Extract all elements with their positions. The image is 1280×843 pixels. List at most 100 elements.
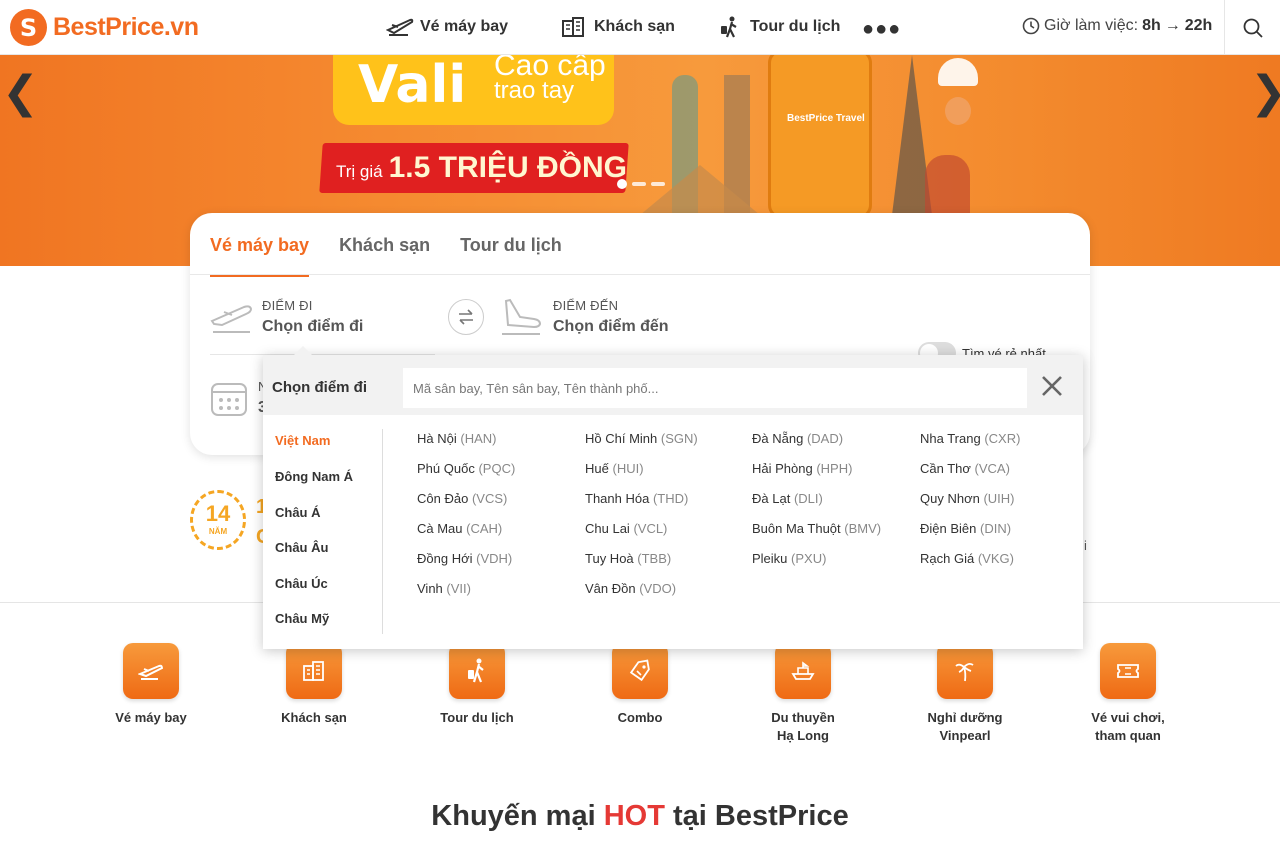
airport-option[interactable]: Tuy Hoà (TBB) [585,551,671,566]
from-field[interactable] [210,299,254,340]
service-cruise[interactable]: Du thuyền Hạ Long [733,643,873,745]
close-icon [1042,376,1062,396]
service-hotels[interactable]: Khách sạn [244,643,384,727]
carousel-dots [617,179,665,189]
info-text-partial: i [1084,538,1087,553]
swap-button[interactable] [448,299,484,335]
carousel-dot[interactable] [632,182,646,186]
airport-option[interactable]: Điện Biên (DIN) [920,521,1011,536]
banner-headline: Vali [358,55,467,115]
region-item-asia[interactable]: Châu Á [275,505,321,520]
region-item-europe[interactable]: Châu Âu [275,540,328,555]
carousel-next-arrow[interactable]: ❯ [1250,67,1280,118]
airport-option[interactable]: Đà Nẵng (DAD) [752,431,843,446]
nav-flights[interactable]: Vé máy bay [386,16,508,38]
balloon-illustration [945,97,971,125]
years-unit: NĂM [208,527,228,536]
ticket-icon [1117,664,1139,678]
logo[interactable]: S BestPrice.vn [10,9,199,46]
airport-option[interactable]: Vân Đồn (VDO) [585,581,676,596]
nav-hotels-label: Khách sạn [594,18,675,35]
airport-code: (BMV) [844,521,882,536]
airport-search-input[interactable] [403,368,1027,408]
hours-label: Giờ làm việc: [1044,17,1139,34]
airport-code: (CAH) [466,521,503,536]
from-label: ĐIỂM ĐI [262,298,313,313]
airport-city: Cà Mau [417,521,463,536]
service-combo[interactable]: Combo [570,643,710,727]
airport-option[interactable]: Huế (HUI) [585,461,644,476]
to-label: ĐIỂM ĐẾN [553,298,619,313]
airport-option[interactable]: Quy Nhơn (UIH) [920,491,1015,506]
airport-code: (SGN) [660,431,698,446]
region-item-oceania[interactable]: Châu Úc [275,576,328,591]
airport-option[interactable]: Hồ Chí Minh (SGN) [585,431,698,446]
region-item-southeast-asia[interactable]: Đông Nam Á [275,469,353,484]
to-text[interactable]: ĐIỂM ĐẾN Chọn điểm đến [553,298,669,336]
banner-subline-2: trao tay [494,77,575,104]
airport-option[interactable]: Pleiku (PXU) [752,551,826,566]
airport-code: (HAN) [460,431,497,446]
airport-option[interactable]: Nha Trang (CXR) [920,431,1020,446]
kremlin-illustration [925,155,970,215]
date-field[interactable] [210,379,248,422]
logo-icon: S [10,9,47,46]
airport-option[interactable]: Phú Quốc (PQC) [417,461,515,476]
airport-city: Côn Đảo [417,491,469,506]
banner-price-prefix: Trị giá [336,162,383,181]
tab-flights[interactable]: Vé máy bay [210,235,310,277]
airport-option[interactable]: Đồng Hới (VDH) [417,551,512,566]
airport-option[interactable]: Hà Nội (HAN) [417,431,496,446]
from-text[interactable]: ĐIỂM ĐI Chọn điểm đi [262,298,363,336]
airport-code: (HPH) [816,461,853,476]
airport-city: Đồng Hới [417,551,473,566]
service-tours[interactable]: Tour du lịch [407,643,547,727]
to-value: Chọn điểm đến [553,318,669,335]
airport-city: Pleiku [752,551,788,566]
service-attractions[interactable]: Vé vui chơi, tham quan [1058,643,1198,745]
airport-option[interactable]: Buôn Ma Thuột (BMV) [752,521,881,536]
region-item-vietnam[interactable]: Việt Nam [275,433,330,448]
airport-code: (DIN) [980,521,1012,536]
airport-code: (DLI) [793,491,823,506]
airport-option[interactable]: Thanh Hóa (THD) [585,491,688,506]
nav-more-button[interactable]: ●●● [862,18,901,41]
header-search-button[interactable] [1224,0,1280,55]
tab-tours[interactable]: Tour du lịch [460,235,562,277]
service-attractions-icon-box [1100,643,1156,699]
airport-city: Buôn Ma Thuột [752,521,841,536]
hotel-icon [562,17,584,37]
airport-option[interactable]: Cà Mau (CAH) [417,521,502,536]
tabs-divider [190,274,1090,275]
banner-price: Trị giá 1.5 TRIỆU ĐỒNG [336,151,627,185]
nav-hotels[interactable]: Khách sạn [560,16,675,38]
service-resort[interactable]: Nghỉ dưỡng Vinpearl [895,643,1035,745]
nav-tours[interactable]: Tour du lịch [716,16,840,38]
airport-option[interactable]: Cần Thơ (VCA) [920,461,1010,476]
airport-city: Rạch Giá [920,551,975,566]
airport-option[interactable]: Đà Lạt (DLI) [752,491,823,506]
dropdown-close-button[interactable] [1039,373,1065,399]
airport-code: (VDH) [476,551,513,566]
promo-heading: Khuyến mại HOT tại BestPrice [0,800,1280,833]
traveler-icon [721,16,737,38]
suitcase-illustration [768,55,872,219]
region-item-america[interactable]: Châu Mỹ [275,611,329,626]
plane-icon [138,664,164,680]
airport-option[interactable]: Hải Phòng (HPH) [752,461,852,476]
airport-option[interactable]: Vinh (VII) [417,581,471,596]
airport-option[interactable]: Rạch Giá (VKG) [920,551,1014,566]
palm-icon [955,662,974,682]
promo-suffix: tại BestPrice [673,800,849,832]
site-header: S BestPrice.vn Vé máy bay Khách sạn Tour… [0,0,1280,55]
tab-hotels[interactable]: Khách sạn [339,235,430,277]
airport-code: (VKG) [977,551,1014,566]
carousel-dot[interactable] [651,182,665,186]
carousel-prev-arrow[interactable]: ❮ [2,67,39,118]
airport-option[interactable]: Côn Đảo (VCS) [417,491,507,506]
airport-code: (PXU) [791,551,827,566]
service-flights[interactable]: Vé máy bay [81,643,221,727]
to-field[interactable] [500,297,544,342]
airport-option[interactable]: Chu Lai (VCL) [585,521,667,536]
carousel-dot[interactable] [617,179,627,189]
